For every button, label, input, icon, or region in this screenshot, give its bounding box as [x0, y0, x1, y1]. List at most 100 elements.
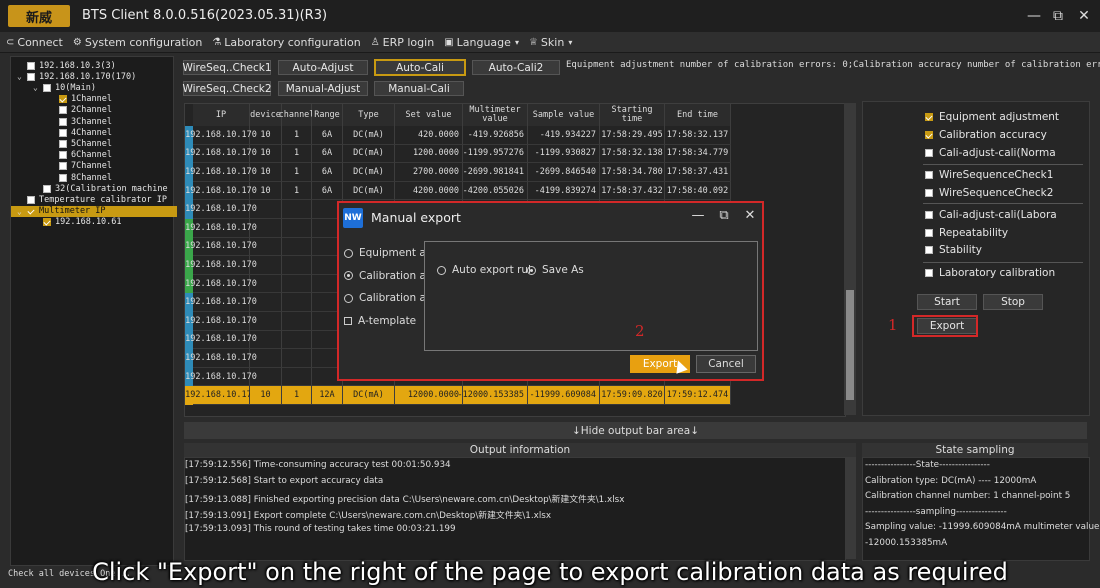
table-cell [250, 219, 282, 238]
option-radio[interactable] [344, 293, 353, 303]
option-checkbox[interactable] [925, 269, 933, 277]
tree-checkbox[interactable] [27, 72, 35, 81]
menu-connect[interactable]: ⊂ Connect [6, 36, 63, 49]
tree-checkbox[interactable] [59, 139, 67, 148]
option-radio[interactable] [344, 271, 353, 280]
right-option-checkbox[interactable]: Equipment adjustment [925, 111, 1059, 123]
tree-checkbox[interactable] [59, 162, 67, 171]
menu-language[interactable]: ▣ Language ▾ [444, 36, 519, 49]
option-checkbox[interactable] [925, 131, 933, 139]
tree-checkbox[interactable] [27, 207, 35, 216]
table-cell: -4199.839274 [528, 181, 600, 201]
tree-node[interactable]: 32(Calibration machine [33, 183, 168, 194]
tree-checkbox[interactable] [27, 195, 35, 204]
export-type-option[interactable]: Calibration ac [344, 270, 424, 282]
tree-checkbox[interactable] [59, 151, 67, 160]
table-cell: 17:58:40.092 [665, 181, 731, 201]
tree-checkbox[interactable] [27, 61, 35, 70]
export-type-option[interactable]: Calibration ac [344, 292, 424, 304]
tree-checkbox[interactable] [59, 128, 67, 137]
stop-button[interactable]: Stop [983, 294, 1043, 310]
tree-node[interactable]: ⌄ 10(Main) [33, 82, 96, 93]
right-option-checkbox[interactable]: Calibration accuracy [925, 129, 1047, 141]
dialog-maximize-button[interactable]: ⧉ [715, 207, 733, 225]
option-checkbox[interactable] [925, 211, 933, 219]
tab-manual-adjust[interactable]: Manual-Adjust [278, 81, 368, 96]
tree-node[interactable]: 6Channel [49, 150, 112, 161]
table-row[interactable]: 192.168.10.170 10 1 6A DC(mA) 1200.0000 -1199.… [185, 144, 845, 164]
tree-node[interactable]: Temperature calibrator IP [17, 194, 167, 205]
tab-manual-cali[interactable]: Manual-Cali [374, 81, 464, 96]
table-row[interactable]: 192.168.10.170 10 1 6A DC(mA) 2700.0000 -2699.… [185, 163, 845, 182]
option-radio[interactable] [344, 248, 353, 258]
minimize-button[interactable]: — [1024, 6, 1044, 26]
tree-checkbox[interactable] [59, 117, 67, 126]
export-mode-option[interactable]: Save As [527, 264, 584, 276]
table-cell: 1 [282, 386, 312, 405]
maximize-button[interactable]: ⧉ [1048, 6, 1068, 26]
output-scrollbar[interactable] [846, 457, 856, 559]
option-label: WireSequenceCheck2 [939, 187, 1054, 199]
option-checkbox[interactable] [925, 149, 933, 157]
dialog-cancel-button[interactable]: Cancel [696, 355, 756, 373]
table-scrollbar-thumb[interactable] [846, 290, 854, 400]
tree-caret-icon[interactable]: ⌄ [17, 207, 25, 216]
option-radio[interactable] [527, 265, 536, 275]
tree-node[interactable]: ⌄ Multimeter IP [11, 205, 177, 217]
right-option-checkbox[interactable]: Cali-adjust-cali(Norma [925, 147, 1056, 159]
export-type-option[interactable]: A-template [344, 315, 416, 327]
annotation-number-1: 1 [888, 316, 898, 334]
option-checkbox[interactable] [925, 246, 933, 254]
export-mode-option[interactable]: Auto export rul [437, 264, 531, 276]
menu-erp-login[interactable]: ♙ ERP login [371, 36, 435, 49]
menu-laboratory-configuration[interactable]: ⚗ Laboratory configuration [212, 36, 360, 49]
table-cell: 6A [312, 126, 343, 145]
tree-node[interactable]: 1Channel [49, 94, 112, 105]
menu-system-configuration[interactable]: ⚙ System configuration [73, 36, 202, 49]
option-checkbox[interactable] [925, 229, 933, 237]
table-row[interactable]: 192.168.10.170 10 1 6A DC(mA) 420.0000 -419.92… [185, 126, 845, 145]
tree-node[interactable]: 2Channel [49, 105, 112, 116]
export-type-option[interactable]: Equipment ac [344, 247, 424, 259]
dialog-close-button[interactable]: ✕ [741, 207, 759, 225]
tree-checkbox[interactable] [43, 218, 51, 227]
tree-checkbox[interactable] [43, 83, 51, 92]
tree-checkbox[interactable] [59, 95, 67, 104]
option-checkbox[interactable] [925, 171, 933, 179]
tree-node[interactable]: 3Channel [49, 116, 112, 127]
right-option-checkbox[interactable]: Cali-adjust-cali(Labora [925, 209, 1057, 221]
tree-node[interactable]: 192.168.10.3(3) [17, 60, 116, 71]
start-button[interactable]: Start [917, 294, 977, 310]
hide-output-bar-button[interactable]: ↓Hide output bar area↓ [184, 422, 1087, 439]
right-option-checkbox[interactable]: Repeatability [925, 227, 1008, 239]
table-row[interactable]: 192.168.10.170 10 1 12A DC(mA) 12000.0000 -120… [185, 386, 845, 405]
tree-node[interactable]: 7Channel [49, 161, 112, 172]
right-option-checkbox[interactable]: Laboratory calibration [925, 267, 1055, 279]
tree-caret-icon[interactable]: ⌄ [17, 72, 25, 81]
dialog-minimize-button[interactable]: — [689, 207, 707, 225]
right-option-checkbox[interactable]: WireSequenceCheck1 [925, 169, 1053, 181]
tab-wireseq-check1[interactable]: WireSeq..Check1 [182, 60, 272, 75]
tree-caret-icon[interactable]: ⌄ [33, 83, 41, 92]
tab-auto-cali[interactable]: Auto-Cali [374, 59, 466, 76]
tree-node[interactable]: 4Channel [49, 127, 112, 138]
menu-skin[interactable]: ♕ Skin ▾ [529, 36, 572, 49]
option-checkbox[interactable] [344, 316, 352, 325]
tree-node[interactable]: ⌄ 192.168.10.170(170) [17, 71, 136, 82]
right-option-checkbox[interactable]: WireSequenceCheck2 [925, 187, 1053, 199]
right-option-checkbox[interactable]: Stability [925, 244, 982, 256]
table-row[interactable]: 192.168.10.170 10 1 6A DC(mA) 4200.0000 -4200.… [185, 181, 845, 201]
tab-wireseq-check2[interactable]: WireSeq..Check2 [182, 81, 272, 96]
tree-checkbox[interactable] [59, 106, 67, 115]
option-checkbox[interactable] [925, 189, 933, 197]
option-radio[interactable] [437, 265, 446, 275]
tree-node[interactable]: 192.168.10.61 [33, 217, 122, 228]
tab-auto-adjust[interactable]: Auto-Adjust [278, 60, 368, 75]
tree-node[interactable]: 5Channel [49, 138, 112, 149]
tab-auto-cali2[interactable]: Auto-Cali2 [472, 60, 560, 75]
option-checkbox[interactable] [925, 113, 933, 121]
tree-node[interactable]: 8Channel [49, 172, 112, 183]
tree-checkbox[interactable] [59, 173, 67, 182]
close-button[interactable]: ✕ [1074, 6, 1094, 26]
tree-checkbox[interactable] [43, 184, 51, 193]
